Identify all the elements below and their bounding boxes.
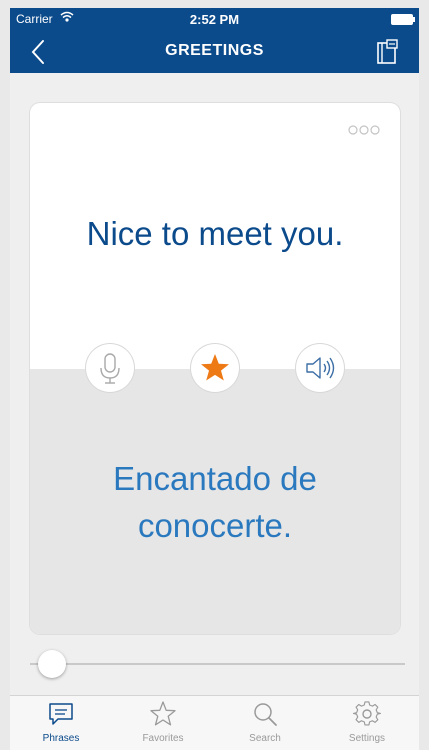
tab-label: Settings (348, 733, 386, 744)
search-icon (254, 703, 277, 726)
battery-icon (391, 14, 415, 25)
more-options-button[interactable] (348, 123, 380, 135)
header-bar: Carrier 2:52 PM GREETINGS (10, 8, 419, 73)
favorite-button[interactable] (191, 344, 239, 392)
tab-favorites[interactable]: Favorites (112, 696, 214, 750)
tab-bar: Phrases Favorites Search Settings (10, 695, 419, 750)
tab-phrases[interactable]: Phrases (10, 696, 112, 750)
gear-icon (353, 701, 381, 726)
record-button[interactable] (86, 344, 134, 392)
phrase-slider-track[interactable] (30, 663, 405, 665)
phrase-card: Nice to meet you. Encantado de conocerte… (30, 103, 400, 634)
translation-text: Encantado de conocerte. (113, 460, 317, 544)
tab-search[interactable]: Search (214, 696, 316, 750)
tab-label: Favorites (142, 733, 184, 744)
phrase-text: Nice to meet you. (86, 215, 344, 252)
tab-label: Phrases (42, 733, 80, 744)
app-window: Carrier 2:52 PM GREETINGS Nice to meet y… (10, 8, 419, 750)
star-icon (150, 701, 176, 726)
page-title: GREETINGS (165, 42, 264, 59)
navigation-bar: GREETINGS (10, 30, 419, 73)
phrase-slider-thumb[interactable] (38, 650, 66, 678)
tab-settings[interactable]: Settings (316, 696, 418, 750)
play-audio-button[interactable] (296, 344, 344, 392)
tab-label: Search (249, 733, 281, 744)
phrasebook-button[interactable] (373, 38, 401, 66)
phrasebook-icon (377, 39, 398, 64)
status-bar: Carrier 2:52 PM (10, 8, 419, 30)
speaker-icon (306, 357, 335, 379)
star-icon (201, 354, 229, 381)
microphone-icon (100, 353, 120, 384)
speech-bubble-icon (49, 703, 73, 725)
more-dots-icon (348, 125, 380, 135)
clock: 2:52 PM (189, 12, 240, 27)
